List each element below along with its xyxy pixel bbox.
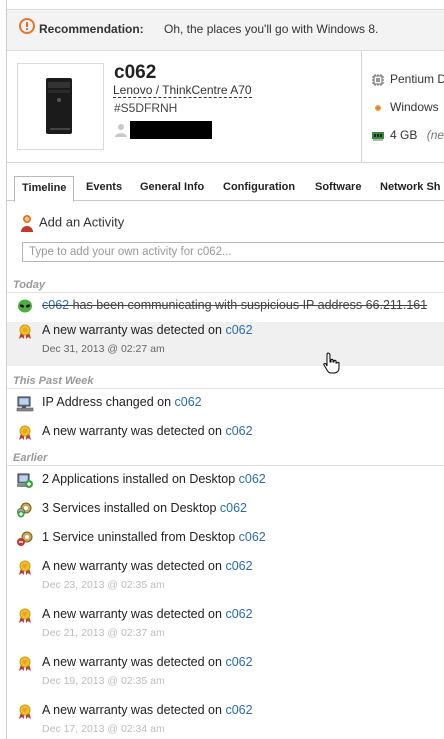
recommendation-icon (19, 18, 35, 34)
warranty-ribbon-icon (19, 704, 31, 719)
redacted-user-name (130, 121, 212, 139)
timeline-item: A new warranty was detected on c062 Dec … (7, 702, 444, 739)
device-name: c062 (114, 62, 157, 83)
device-link[interactable]: c062 (225, 323, 252, 337)
timeline-item-text: A new warranty was detected on c062 (42, 424, 253, 438)
timeline-item: 2 Applications installed on Desktop c062 (7, 471, 444, 493)
device-link[interactable]: c062 (220, 501, 247, 515)
timeline-item-text: 2 Applications installed on Desktop c062 (42, 472, 266, 486)
person-icon (21, 215, 33, 232)
timeline-item-date: Dec 19, 2013 @ 02:35 am (42, 675, 165, 687)
timeline-item-text: IP Address changed on c062 (42, 395, 202, 409)
timeline-item: 1 Service uninstalled from Desktop c062 (7, 529, 444, 551)
device-serial: #S5DFRNH (114, 101, 178, 115)
timeline-item-text: A new warranty was detected on c062 (42, 323, 253, 337)
timeline-item-date: Dec 21, 2013 @ 02:37 am (42, 627, 165, 639)
spec-os-label: Windows (390, 100, 439, 114)
device-link[interactable]: c062 (225, 559, 252, 573)
device-page: Recommendation: Oh, the places you'll go… (6, 0, 444, 739)
warranty-ribbon-icon (19, 425, 31, 440)
user-icon (115, 124, 127, 137)
timeline-item: A new warranty was detected on c062 Dec … (7, 606, 444, 648)
timeline-item-text: c062 has been communicating with suspici… (42, 298, 428, 312)
spec-os: Windows (372, 100, 439, 114)
memory-icon (372, 131, 384, 141)
section-divider (7, 292, 444, 293)
section-this-past-week: This Past Week (13, 375, 94, 387)
apps-installed-icon (17, 473, 33, 488)
spec-cpu: Pentium D (372, 72, 444, 86)
timeline-item-text: A new warranty was detected on c062 (42, 655, 253, 669)
recommendation-title: Recommendation: (39, 22, 144, 36)
windows-icon (375, 104, 381, 111)
recommendation-bar: Recommendation: Oh, the places you'll go… (7, 9, 444, 51)
device-link[interactable]: c062 (239, 472, 266, 486)
warranty-ribbon-icon (19, 656, 31, 671)
timeline-item: A new warranty was detected on c062 (7, 423, 444, 445)
timeline-item: A new warranty was detected on c062 Dec … (7, 558, 444, 600)
service-uninstalled-icon (17, 531, 33, 546)
device-link[interactable]: c062 (225, 703, 252, 717)
device-link[interactable]: c062 (239, 530, 266, 544)
cpu-icon (372, 73, 384, 86)
timeline-item-date: Dec 31, 2013 @ 02:27 am (42, 343, 165, 355)
timeline-item-text: A new warranty was detected on c062 (42, 559, 253, 573)
tab-software[interactable]: Software (308, 176, 368, 198)
timeline-item-text: A new warranty was detected on c062 (42, 703, 253, 717)
recommendation-text[interactable]: Oh, the places you'll go with Windows 8. (164, 22, 378, 36)
device-link[interactable]: c062 (42, 298, 69, 312)
tab-general-info[interactable]: General Info (133, 176, 211, 198)
spec-memory-note: (ne (426, 128, 444, 142)
device-link[interactable]: c062 (225, 655, 252, 669)
timeline-item: A new warranty was detected on c062 Dec … (7, 322, 444, 366)
section-earlier: Earlier (13, 452, 48, 464)
timeline-item-text: A new warranty was detected on c062 (42, 607, 253, 621)
spec-memory: 4 GB (ne (372, 128, 444, 142)
desktop-tower-icon (46, 78, 72, 134)
timeline-item: 3 Services installed on Desktop c062 (7, 500, 444, 522)
activity-input[interactable] (22, 242, 444, 262)
section-divider (7, 465, 444, 466)
tab-configuration[interactable]: Configuration (216, 176, 302, 198)
timeline-item: IP Address changed on c062 (7, 394, 444, 416)
add-activity[interactable]: Add an Activity (19, 214, 124, 234)
tab-events[interactable]: Events (79, 176, 129, 198)
tab-timeline[interactable]: Timeline (14, 176, 75, 202)
warranty-ribbon-icon (19, 560, 31, 575)
tab-network-shares[interactable]: Network Sh (373, 176, 444, 198)
timeline-item-date: Dec 17, 2013 @ 02:34 am (42, 723, 165, 735)
device-header: c062 Lenovo / ThinkCentre A70 #S5DFRNH P… (7, 50, 444, 163)
services-installed-icon (17, 502, 32, 518)
section-divider (7, 388, 444, 389)
device-link[interactable]: c062 (225, 607, 252, 621)
spec-cpu-label: Pentium D (390, 72, 444, 86)
tab-bar: Timeline Events General Info Configurati… (7, 176, 444, 202)
device-specs: Pentium D Windows 4 GB (ne (361, 50, 444, 162)
timeline-item-date: Dec 23, 2013 @ 02:35 am (42, 579, 165, 591)
timeline-item: A new warranty was detected on c062 Dec … (7, 654, 444, 696)
warranty-ribbon-icon (19, 608, 31, 623)
section-today: Today (13, 279, 45, 291)
alien-icon (18, 299, 32, 313)
timeline-item-text: 3 Services installed on Desktop c062 (42, 501, 247, 515)
hand-cursor-icon (323, 352, 340, 374)
add-activity-label: Add an Activity (39, 214, 125, 230)
device-link[interactable]: c062 (225, 424, 252, 438)
spec-memory-label: 4 GB (390, 128, 418, 142)
device-model-link[interactable]: Lenovo / ThinkCentre A70 (113, 83, 252, 98)
device-thumbnail (17, 63, 104, 150)
network-computer-icon (16, 396, 34, 412)
device-link[interactable]: c062 (175, 395, 202, 409)
warranty-ribbon-icon (19, 324, 31, 339)
timeline-item: c062 has been communicating with suspici… (7, 297, 444, 319)
timeline-item-text: 1 Service uninstalled from Desktop c062 (42, 530, 266, 544)
